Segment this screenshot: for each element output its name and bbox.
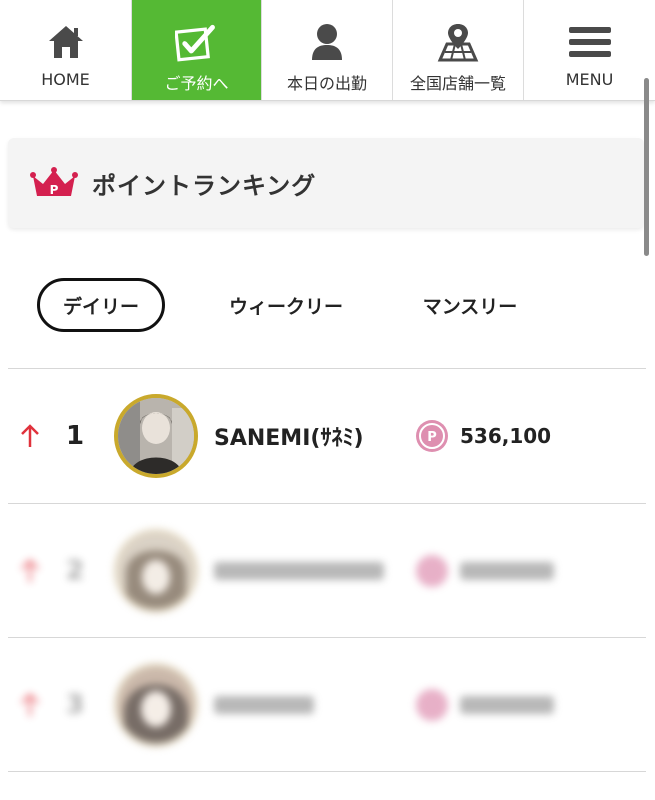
obscured-name [214, 696, 314, 714]
tab-daily[interactable]: デイリー [37, 278, 165, 332]
obscured-points [460, 562, 554, 580]
page-scrollbar[interactable] [644, 78, 649, 256]
map-pin-icon [436, 20, 480, 64]
checkbox-icon [174, 20, 219, 64]
nav-home-label: HOME [41, 70, 90, 89]
person-icon [305, 20, 349, 64]
nav-today-attendance[interactable]: 本日の出勤 [262, 0, 393, 100]
nav-store-list[interactable]: 全国店舗一覧 [393, 0, 524, 100]
point-icon [416, 689, 448, 721]
rank-number: 2 [66, 556, 85, 586]
rank-number: 3 [66, 690, 85, 720]
nav-menu-label: MENU [565, 70, 614, 89]
nav-reservation[interactable]: ご予約へ [132, 0, 262, 100]
ranking-row[interactable]: 1 SANEMI(ｻﾈﾐ) P 536,100 [8, 369, 646, 503]
obscured-name [214, 562, 384, 580]
home-icon [44, 20, 88, 64]
hamburger-icon [568, 20, 612, 64]
rank-number: 1 [66, 421, 85, 451]
avatar[interactable] [114, 394, 198, 478]
cast-name[interactable]: SANEMI(ｻﾈﾐ) [214, 420, 364, 452]
point-icon: P [416, 420, 448, 452]
trend-up-icon [21, 424, 39, 447]
divider [8, 771, 646, 772]
nav-today-attendance-label: 本日の出勤 [286, 74, 367, 93]
ranking-row[interactable]: 3 [8, 638, 646, 772]
trend-up-icon [21, 693, 39, 716]
svg-text:P: P [50, 183, 59, 197]
nav-menu[interactable]: MENU [524, 0, 655, 100]
tab-weekly[interactable]: ウィークリー [210, 278, 362, 332]
section-title: ポイントランキング [92, 171, 317, 200]
point-icon [416, 555, 448, 587]
svg-text:P: P [427, 430, 437, 445]
avatar[interactable] [114, 529, 198, 613]
ranking-period-tabs: デイリー ウィークリー マンスリー [0, 278, 655, 334]
ranking-row[interactable]: 2 [8, 504, 646, 638]
nav-reservation-label: ご予約へ [164, 74, 229, 93]
trend-up-icon [21, 559, 39, 582]
crown-icon: P [30, 166, 78, 200]
avatar[interactable] [114, 663, 198, 747]
nav-home[interactable]: HOME [0, 0, 132, 100]
nav-store-list-label: 全国店舗一覧 [409, 74, 506, 93]
point-value: 536,100 [460, 424, 552, 448]
obscured-points [460, 696, 554, 714]
top-nav: HOME ご予約へ 本日の出勤 全国店舗一覧 MENU [0, 0, 655, 101]
ranking-section-header: P ポイントランキング [8, 138, 644, 228]
tab-monthly[interactable]: マンスリー [402, 278, 538, 332]
